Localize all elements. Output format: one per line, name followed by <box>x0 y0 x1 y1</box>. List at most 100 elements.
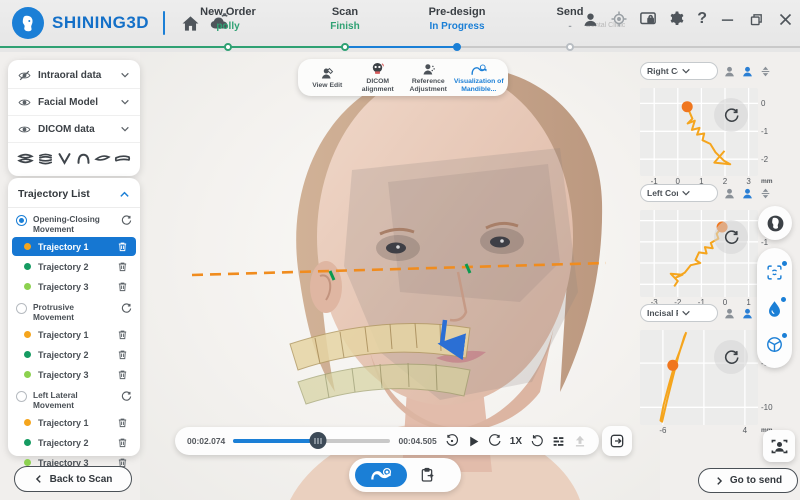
skull-view-icon[interactable] <box>741 65 754 78</box>
toolbar-item-dicom-align[interactable]: DICOM alignment <box>353 62 403 93</box>
workflow-step-pre-design[interactable]: Pre-designIn Progress <box>402 6 512 32</box>
step-status: In Progress <box>402 21 512 32</box>
trash-icon[interactable] <box>117 349 128 360</box>
minimize-icon[interactable] <box>718 10 736 28</box>
report-export-icon[interactable] <box>419 467 435 483</box>
trajectory-item[interactable]: Trajectory 3 <box>12 277 136 296</box>
settings-gear-icon[interactable] <box>668 10 686 28</box>
layer-row-facial-model[interactable]: Facial Model <box>8 89 140 116</box>
trash-icon[interactable] <box>117 417 128 428</box>
trajectory-item[interactable]: Trajectory 1 <box>12 325 136 344</box>
loop-icon[interactable] <box>530 434 544 448</box>
speed-button[interactable]: 1X <box>510 436 522 447</box>
trajectory-group-header[interactable]: Protrusive Movement <box>8 299 140 324</box>
screen-lock-icon[interactable] <box>639 10 657 28</box>
arch-side-left-icon[interactable] <box>114 152 131 165</box>
chart-replay-button[interactable] <box>714 340 748 374</box>
refresh-icon[interactable] <box>121 303 132 314</box>
chevron-down-icon[interactable] <box>120 70 130 80</box>
trajectory-item[interactable]: Trajectory 2 <box>12 345 136 364</box>
chart-replay-button[interactable] <box>714 220 748 254</box>
view-tools-pill <box>757 248 792 368</box>
occlusion-closed-icon[interactable] <box>17 152 34 165</box>
chart-source-dropdown[interactable]: Incisal Po... <box>640 304 718 322</box>
arch-side-right-icon[interactable] <box>94 152 111 165</box>
workflow-step-scan[interactable]: ScanFinish <box>290 6 400 32</box>
account-icon[interactable] <box>581 10 599 28</box>
skin-view-icon[interactable] <box>723 307 736 320</box>
toolbar-item-mandible-vis[interactable]: Visualization of Mandible... <box>454 62 504 93</box>
layer-row-dicom-data[interactable]: DICOM data <box>8 116 140 143</box>
trash-icon[interactable] <box>117 369 128 380</box>
trajectory-chart[interactable] <box>640 210 758 297</box>
radio-selected-icon[interactable] <box>16 215 27 226</box>
refresh-icon[interactable] <box>121 215 132 226</box>
chevron-down-icon[interactable] <box>120 124 130 134</box>
toolbar-item-view-edit[interactable]: View Edit <box>302 66 352 89</box>
trajectory-item[interactable]: Trajectory 2 <box>12 433 136 452</box>
trajectory-chart[interactable] <box>640 88 758 176</box>
trajectory-item[interactable]: Trajectory 2 <box>12 257 136 276</box>
data-layers-panel: Intraoral dataFacial ModelDICOM data <box>8 60 140 176</box>
trash-icon[interactable] <box>117 261 128 272</box>
export-video-button[interactable] <box>602 426 632 456</box>
play-icon[interactable] <box>467 435 480 448</box>
toolbar-item-reference-adjust[interactable]: Reference Adjustment <box>403 62 453 93</box>
help-icon[interactable]: ? <box>697 10 707 28</box>
progress-segment <box>345 46 457 48</box>
group-name: Opening-Closing Movement <box>33 214 115 234</box>
layer-row-intraoral-data[interactable]: Intraoral data <box>8 62 140 89</box>
skull-view-icon[interactable] <box>741 187 754 200</box>
keyframe-icon[interactable] <box>552 435 565 448</box>
step-forward-icon[interactable] <box>488 434 502 448</box>
trash-icon[interactable] <box>117 329 128 340</box>
trajectory-item[interactable]: Trajectory 3 <box>12 365 136 384</box>
chart-source-dropdown[interactable]: Left Cond... <box>640 184 718 202</box>
refresh-icon[interactable] <box>121 391 132 402</box>
workflow-step-new-order[interactable]: New Orderpolly <box>173 6 283 32</box>
step-progress-dot <box>453 43 461 51</box>
eye-icon[interactable] <box>18 96 31 109</box>
timeline-handle[interactable] <box>310 432 327 449</box>
calibration-icon[interactable] <box>610 10 628 28</box>
close-icon[interactable] <box>776 10 794 28</box>
trajectory-group-header[interactable]: Opening-Closing Movement <box>8 211 140 236</box>
occlusion-open-icon[interactable] <box>37 152 54 165</box>
trajectory-item[interactable]: Trajectory 1 <box>12 413 136 432</box>
skin-view-icon[interactable] <box>723 187 736 200</box>
transparency-droplet-icon[interactable] <box>767 300 782 317</box>
trajectory-item[interactable]: Trajectory 1 <box>12 237 136 256</box>
radio-icon[interactable] <box>16 391 27 402</box>
trash-icon[interactable] <box>117 281 128 292</box>
occlusion-compress-icon[interactable] <box>759 187 772 200</box>
chart-source-dropdown[interactable]: Right Con... <box>640 62 718 80</box>
eye-off-icon[interactable] <box>18 69 31 82</box>
patient-avatar-button[interactable] <box>763 430 795 462</box>
skin-view-icon[interactable] <box>723 65 736 78</box>
lower-arch-icon[interactable] <box>57 152 72 165</box>
radio-icon[interactable] <box>16 303 27 314</box>
trajectory-chart[interactable] <box>640 330 758 425</box>
eye-icon[interactable] <box>18 123 31 136</box>
mandible-record-button[interactable] <box>355 463 407 487</box>
trash-icon[interactable] <box>117 241 128 252</box>
trajectory-group-header[interactable]: Left Lateral Movement <box>8 387 140 412</box>
face-scan-toggle-icon[interactable] <box>766 264 783 281</box>
back-to-scan-button[interactable]: Back to Scan <box>14 466 132 492</box>
chart-replay-button[interactable] <box>714 98 748 132</box>
model-cube-icon[interactable] <box>766 336 783 353</box>
head-view-button[interactable] <box>758 206 792 240</box>
chevron-up-icon[interactable] <box>119 189 130 200</box>
timeline-slider[interactable] <box>233 439 390 443</box>
upper-arch-icon[interactable] <box>76 152 91 165</box>
skull-view-icon[interactable] <box>741 307 754 320</box>
trash-icon[interactable] <box>117 437 128 448</box>
restore-window-icon[interactable] <box>747 10 765 28</box>
go-to-send-button[interactable]: Go to send <box>698 468 798 493</box>
capture-pill <box>349 458 461 492</box>
occlusion-compress-icon[interactable] <box>759 65 772 78</box>
replay-icon[interactable] <box>445 434 459 448</box>
trajectory-color-dot <box>24 331 31 338</box>
y-tick-label: 0 <box>761 99 765 108</box>
chevron-down-icon[interactable] <box>120 97 130 107</box>
